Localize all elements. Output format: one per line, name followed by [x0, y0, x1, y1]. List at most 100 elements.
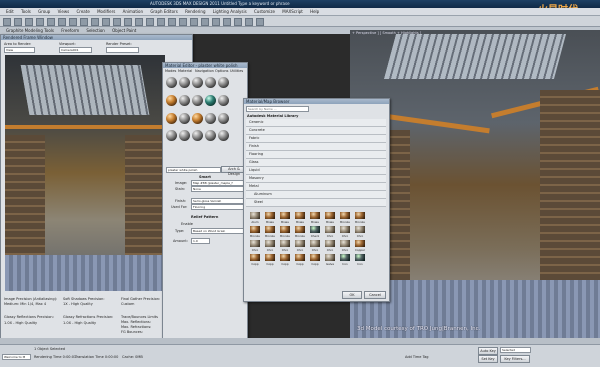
sample-slot[interactable] [179, 94, 190, 106]
key-selection-select[interactable]: Selected [500, 347, 531, 353]
category-masonry[interactable]: Masonry [246, 175, 386, 183]
stain-field[interactable]: None [191, 186, 246, 192]
snap-icon[interactable] [135, 18, 143, 26]
bind-icon[interactable] [47, 18, 55, 26]
sample-slot[interactable] [179, 77, 190, 88]
material-swatch[interactable]: Copp [278, 254, 292, 266]
category-concrete[interactable]: Concrete [246, 127, 386, 135]
sample-slot[interactable] [179, 130, 190, 142]
schematic-icon[interactable] [212, 18, 220, 26]
menu-customize[interactable]: Customize [254, 9, 275, 14]
category-ceramic[interactable]: Ceramic [246, 119, 386, 127]
sample-slot[interactable] [192, 94, 203, 106]
percent-snap-icon[interactable] [157, 18, 165, 26]
layer-icon[interactable] [190, 18, 198, 26]
tab-freeform[interactable]: Freeform [61, 28, 79, 33]
material-swatch[interactable]: Bronze [278, 226, 292, 238]
menu-animation[interactable]: Animation [123, 9, 143, 14]
soft-shadows-value[interactable]: 1X - High Quality [63, 302, 93, 306]
sample-slot[interactable] [205, 112, 216, 124]
menu-help[interactable]: Help [310, 9, 319, 14]
maxscript-listener[interactable]: Welcome to M [2, 354, 31, 360]
material-swatch[interactable]: Iron [353, 254, 367, 266]
sample-slot[interactable] [192, 130, 203, 142]
material-swatch[interactable]: Copp [293, 254, 307, 266]
menu-create[interactable]: Create [77, 9, 90, 14]
material-swatch[interactable]: Chro [353, 226, 367, 238]
category-flooring[interactable]: Flooring [246, 151, 386, 159]
used-for-select[interactable]: Flooring [191, 204, 246, 210]
menu-views[interactable]: Views [58, 9, 70, 14]
viewport-select[interactable]: Camera001 [59, 47, 92, 53]
sample-slot[interactable] [205, 130, 216, 142]
menu-utilities[interactable]: Utilities [230, 69, 243, 73]
menu-graph-editors[interactable]: Graph Editors [150, 9, 177, 14]
move-icon[interactable] [102, 18, 110, 26]
material-swatch[interactable]: Chro [323, 226, 337, 238]
browser-ok-button[interactable]: OK [342, 291, 362, 299]
menu-group[interactable]: Group [38, 9, 50, 14]
relief-pattern-header[interactable]: Relief Pattern [191, 215, 218, 219]
image-precision-value[interactable]: Medium: Min 1/4, Max 4 [4, 302, 46, 306]
rotate-icon[interactable] [113, 18, 121, 26]
menu-lighting-analysis[interactable]: Lighting Analysis [213, 9, 247, 14]
unlink-icon[interactable] [36, 18, 44, 26]
sample-slot[interactable] [218, 77, 229, 88]
curve-editor-icon[interactable] [201, 18, 209, 26]
material-swatch[interactable]: Galva [323, 254, 337, 266]
render-preset-select[interactable] [106, 47, 139, 53]
material-swatch[interactable]: Chro [338, 240, 352, 252]
subcategory-aluminum[interactable]: Aluminum [246, 191, 386, 199]
enable-checkbox[interactable]: Enable [181, 222, 193, 226]
sample-slot[interactable] [218, 112, 229, 124]
material-editor-icon[interactable] [223, 18, 231, 26]
material-swatch[interactable]: Brass [308, 212, 322, 224]
link-icon[interactable] [25, 18, 33, 26]
sample-slot[interactable] [166, 112, 177, 124]
menu-rendering[interactable]: Rendering [185, 9, 205, 14]
material-swatch[interactable]: Chro [308, 240, 322, 252]
angle-snap-icon[interactable] [146, 18, 154, 26]
material-swatch[interactable]: Bronze [293, 226, 307, 238]
sample-slot[interactable] [166, 77, 177, 88]
library-root[interactable]: Autodesk Material Library [247, 114, 298, 118]
sample-slot[interactable] [192, 112, 203, 124]
category-finish[interactable]: Finish [246, 143, 386, 151]
menu-navigation[interactable]: Navigation [195, 69, 214, 73]
glossy-reflections-value[interactable]: 1.0X - High Quality [4, 321, 37, 325]
material-swatch[interactable]: Chro [278, 240, 292, 252]
undo-icon[interactable] [3, 18, 11, 26]
align-icon[interactable] [179, 18, 187, 26]
material-swatch[interactable]: Copp [308, 254, 322, 266]
material-swatch[interactable]: Chro [293, 240, 307, 252]
add-time-tag[interactable]: Add Time Tag [405, 355, 429, 359]
material-swatch[interactable]: Copp [263, 254, 277, 266]
material-swatch[interactable]: Bronze [248, 226, 262, 238]
sample-slot[interactable] [192, 77, 203, 88]
material-swatch[interactable]: Iron [338, 254, 352, 266]
category-glass[interactable]: Glass [246, 159, 386, 167]
material-swatch[interactable]: Copper [353, 240, 367, 252]
rect-select-icon[interactable] [80, 18, 88, 26]
menu-modes[interactable]: Modes [165, 69, 176, 73]
material-swatch[interactable]: Check [308, 226, 322, 238]
material-swatch[interactable]: Chro [338, 226, 352, 238]
mirror-icon[interactable] [168, 18, 176, 26]
sample-slot[interactable] [218, 130, 229, 142]
select-by-name-icon[interactable] [69, 18, 77, 26]
final-gather-value[interactable]: Custom [121, 302, 134, 306]
menu-edit[interactable]: Edit [6, 9, 14, 14]
tab-object-paint[interactable]: Object Paint [112, 28, 136, 33]
menu-maxscript[interactable]: MAXScript [282, 9, 303, 14]
redo-icon[interactable] [14, 18, 22, 26]
material-swatch[interactable]: Copp [248, 254, 262, 266]
glossy-refractions-value[interactable]: 1.0X - High Quality [63, 321, 96, 325]
window-crossing-icon[interactable] [91, 18, 99, 26]
material-swatch[interactable]: Chro [263, 240, 277, 252]
material-swatch[interactable]: Brass [263, 212, 277, 224]
menu-modifiers[interactable]: Modifiers [97, 9, 115, 14]
key-filters-button[interactable]: Key Filters... [500, 355, 530, 363]
material-swatch[interactable]: Brass [278, 212, 292, 224]
browser-cancel-button[interactable]: Cancel [364, 291, 386, 299]
auto-key-button[interactable]: Auto Key [478, 347, 498, 355]
